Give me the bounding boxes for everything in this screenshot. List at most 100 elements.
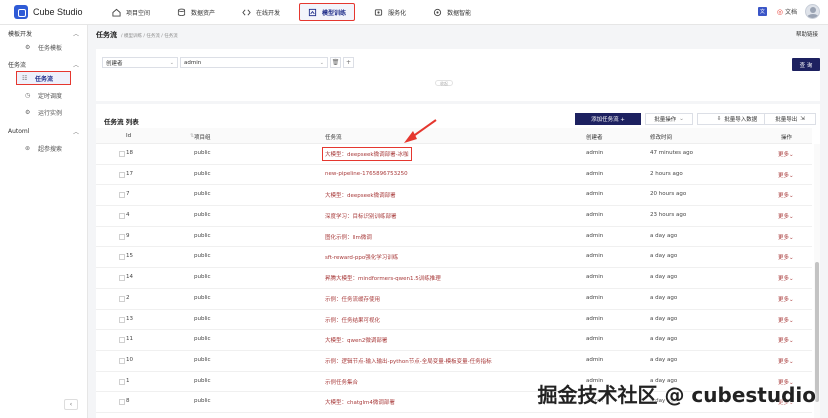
more-actions-button[interactable]: 更多⌄ (778, 336, 794, 344)
row-checkbox[interactable] (119, 378, 125, 385)
nav-item-model-training[interactable]: 模型训练 (299, 3, 356, 21)
sidebar-item-label: 任务流 (35, 75, 54, 83)
more-actions-button[interactable]: 更多⌄ (778, 233, 794, 241)
sidebar-item-task-template[interactable]: ⚙ 任务模板 (0, 40, 87, 54)
table-title: 任务流 列表 (104, 118, 139, 126)
delete-filter-button[interactable]: 🗑 (330, 57, 341, 68)
sidebar-item-label: 定时调度 (38, 92, 63, 100)
doc-link[interactable]: ◎ 文档 (776, 7, 797, 17)
nav-label: 服务化 (388, 9, 407, 17)
collapse-filter-toggle[interactable]: 收起 (435, 80, 453, 86)
cell-pipeline-link[interactable]: 大模型：deepseek微调部署 (325, 191, 396, 199)
row-checkbox[interactable] (119, 295, 125, 302)
doc-icon: ◎ (776, 7, 783, 16)
cell-pipeline-link[interactable]: sft-reward-ppo强化学习训练 (325, 253, 398, 261)
cell-pipeline-link[interactable]: 大模型：qwen2微调部署 (325, 336, 387, 344)
user-avatar[interactable] (805, 4, 820, 19)
table-row[interactable]: 4 public 深度学习：目标识别训练部署 admin 23 hours ago 更多⌄ (96, 206, 812, 227)
import-icon: ⇩ (716, 116, 722, 122)
nav-item-online-dev[interactable]: 在线开发 (234, 3, 288, 21)
table-row[interactable]: 13 public 示例：任务结果可视化 admin a day ago 更多⌄ (96, 310, 812, 331)
more-actions-button[interactable]: 更多⌄ (778, 191, 794, 199)
table-row[interactable]: 11 public 大模型：qwen2微调部署 admin a day ago 更多⌄ (96, 330, 812, 351)
more-actions-button[interactable]: 更多⌄ (778, 274, 794, 282)
cell-pipeline-link[interactable]: 大模型：chatglm4微调部署 (325, 398, 395, 406)
more-label: 更多 (778, 296, 790, 303)
nav-item-project-space[interactable]: 项目空间 (104, 3, 158, 21)
row-checkbox[interactable] (119, 151, 125, 157)
language-icon[interactable]: 文 (757, 7, 767, 16)
more-actions-button[interactable]: 更多⌄ (778, 150, 794, 158)
sidebar-group-template-dev[interactable]: 模板开发 ︿ (0, 26, 87, 40)
row-checkbox[interactable] (119, 399, 125, 406)
more-label: 更多 (778, 152, 790, 158)
add-pipeline-button[interactable]: 添加任务流 + (575, 113, 641, 125)
more-actions-button[interactable]: 更多⌄ (778, 212, 794, 220)
table-row[interactable]: 15 public sft-reward-ppo强化学习训练 admin a day a… (96, 247, 812, 269)
filter-value-select[interactable]: admin ⌄ (180, 57, 328, 68)
pipeline-icon: ☷ (22, 74, 28, 82)
table-row[interactable]: 17 public new-pipeline-1765896753250 admin 2… (96, 165, 812, 186)
row-checkbox[interactable] (119, 316, 125, 323)
nav-item-data-assets[interactable]: 数据资产 (169, 3, 223, 21)
more-actions-button[interactable]: 更多⌄ (778, 171, 794, 179)
nav-item-service[interactable]: 服务化 (366, 3, 414, 21)
cell-modified-time: a day ago (650, 274, 678, 281)
cell-pipeline-link[interactable]: 示例任务集合 (325, 378, 358, 386)
cell-pipeline-link[interactable]: 示例：任务流缓存使用 (325, 295, 380, 303)
more-actions-button[interactable]: 更多⌄ (778, 295, 794, 303)
cell-pipeline-link[interactable]: 示例：任务结果可视化 (325, 316, 380, 324)
more-actions-button[interactable]: 更多⌄ (778, 316, 794, 324)
cell-pipeline-link[interactable]: 深度学习：目标识别训练部署 (325, 212, 397, 220)
batch-export-button[interactable]: 批量导出 ⇲ (764, 113, 816, 125)
row-checkbox[interactable] (119, 357, 125, 364)
query-button[interactable]: 查 询 (792, 58, 820, 71)
batch-operation-label: 批量操作 (654, 117, 677, 123)
cell-pipeline-link[interactable]: 昇腾大模型：mindformers-qwen1.5训练推理 (325, 274, 441, 282)
table-row[interactable]: 2 public 示例：任务流缓存使用 admin a day ago 更多⌄ (96, 289, 812, 310)
row-checkbox[interactable] (119, 233, 125, 240)
top-right-tools: 文 ◎ 文档 (757, 4, 820, 19)
cell-id: 17 (126, 170, 133, 177)
cell-id: 18 (126, 150, 133, 156)
cell-creator: admin (586, 356, 604, 363)
cell-pipeline-link[interactable]: 图化示例：llm微调 (325, 233, 372, 241)
sidebar-group-pipeline[interactable]: 任务流 ︿ (0, 57, 87, 71)
sidebar-group-automl[interactable]: Automl ︿ (0, 124, 87, 138)
nav-item-data-intelligence[interactable]: 数据智能 (425, 3, 479, 21)
batch-operation-button[interactable]: 批量操作 ⌄ (645, 113, 693, 125)
table-row[interactable]: 9 public 图化示例：llm微调 admin a day ago 更多⌄ (96, 227, 812, 248)
chevron-down-icon: ⌄ (789, 358, 794, 365)
filter-field-select[interactable]: 创建者 ⌄ (102, 57, 178, 68)
row-checkbox[interactable] (119, 171, 125, 178)
more-label: 更多 (778, 255, 790, 262)
row-checkbox[interactable] (119, 275, 125, 282)
run-icon: ⚙ (25, 108, 31, 116)
cell-group: public (194, 294, 211, 301)
chevron-down-icon: ⌄ (789, 152, 794, 158)
row-checkbox[interactable] (119, 337, 125, 344)
sidebar: 模板开发 ︿ ⚙ 任务模板 任务流 ︿ ☷ 任务流 ◷ 定时调度 ⚙ 运行实例 … (0, 25, 88, 418)
add-filter-button[interactable]: + (343, 57, 354, 68)
cell-pipeline-link[interactable]: 大模型：deepseek微调部署-冰咖 (322, 147, 412, 161)
row-checkbox[interactable] (119, 254, 125, 261)
table-row[interactable]: 10 public 示例：逻辑节点-输入输出-python节点-全局变量-模板变量-… (96, 351, 812, 372)
sidebar-item-pipeline[interactable]: ☷ 任务流 (16, 71, 71, 85)
row-checkbox[interactable] (119, 192, 125, 199)
help-link[interactable]: 帮助链接 (796, 30, 818, 38)
row-checkbox[interactable] (119, 213, 125, 220)
cell-pipeline-link[interactable]: new-pipeline-1765896753250 (325, 171, 408, 177)
sidebar-collapse-button[interactable]: ‹ (64, 399, 78, 410)
table-row[interactable]: 14 public 昇腾大模型：mindformers-qwen1.5训练推理 adm… (96, 268, 812, 289)
cell-pipeline-link[interactable]: 示例：逻辑节点-输入输出-python节点-全局变量-模板变量-任务指标 (325, 357, 492, 365)
cell-creator: admin (586, 294, 604, 301)
more-actions-button[interactable]: 更多⌄ (778, 357, 794, 365)
table-row[interactable]: 7 public 大模型：deepseek微调部署 admin 20 hours ago… (96, 185, 812, 207)
sidebar-item-run-instance[interactable]: ⚙ 运行实例 (0, 105, 87, 119)
table-row[interactable]: 18 public 大模型：deepseek微调部署-冰咖 admin 47 minut… (96, 144, 812, 165)
app-logo[interactable]: Cube Studio (0, 5, 100, 19)
column-header-id[interactable]: Id (126, 133, 131, 139)
sidebar-item-hyperparam-search[interactable]: ⊛ 超参搜索 (0, 141, 87, 155)
sidebar-item-schedule[interactable]: ◷ 定时调度 (0, 88, 87, 102)
more-actions-button[interactable]: 更多⌄ (778, 253, 794, 261)
